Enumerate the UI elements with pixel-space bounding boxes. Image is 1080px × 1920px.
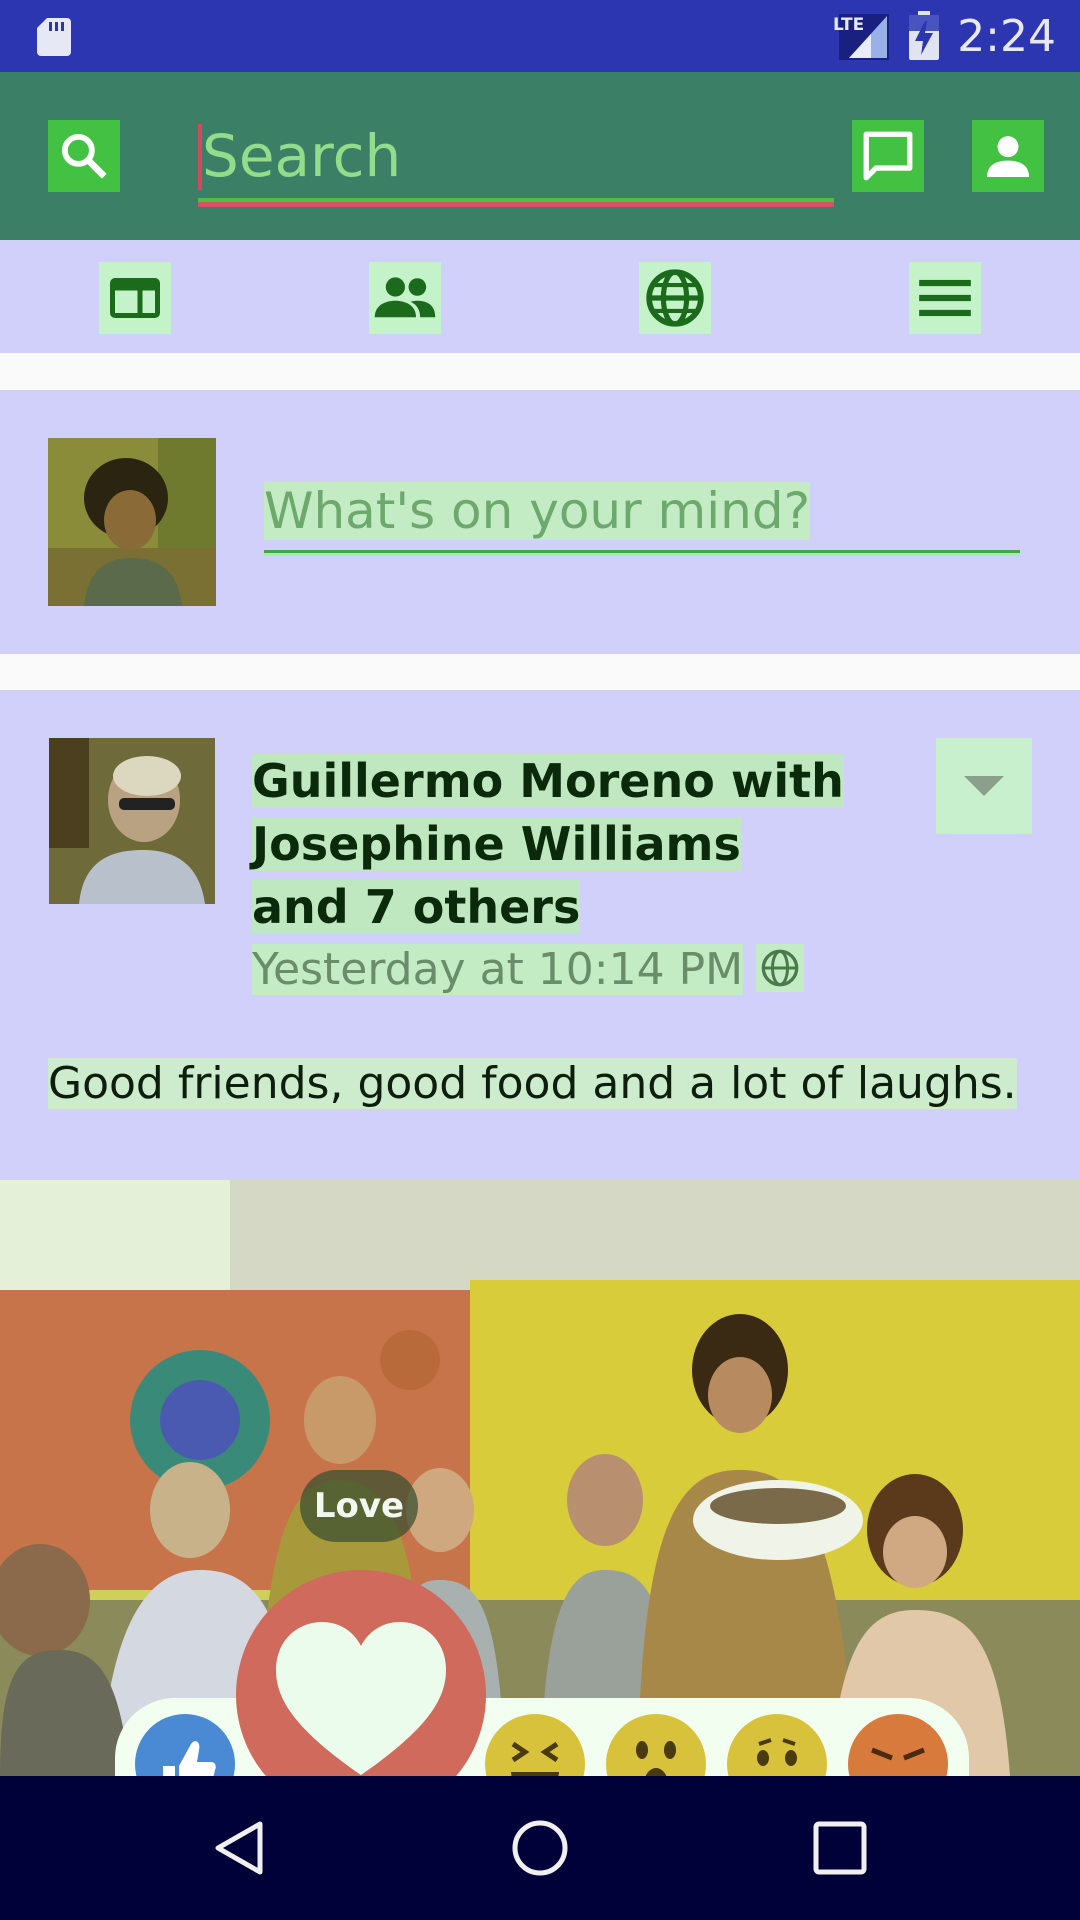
friends-icon: [374, 277, 436, 318]
sd-card-icon: [37, 18, 71, 56]
feed-post: Guillermo Moreno with Josephine Williams…: [0, 690, 1080, 1180]
post-photo[interactable]: [0, 1180, 1080, 1776]
globe-icon: [646, 269, 704, 327]
tab-notifications[interactable]: [639, 262, 711, 334]
author-line-3: and 7 others: [252, 880, 581, 934]
post-author[interactable]: Guillermo Moreno with Josephine Williams…: [252, 750, 852, 939]
status-input[interactable]: What's on your mind?: [264, 482, 1020, 558]
avatar[interactable]: [48, 438, 216, 606]
search-focus-underline: [198, 202, 834, 207]
post-timestamp: Yesterday at 10:14 PM: [252, 944, 744, 995]
status-composer: What's on your mind?: [0, 390, 1080, 654]
post-body: Good friends, good food and a lot of lau…: [48, 1058, 1017, 1109]
back-button[interactable]: [190, 1798, 290, 1898]
author-line-1: Guillermo Moreno with: [252, 754, 844, 808]
home-button[interactable]: [490, 1798, 590, 1898]
timestamp-text: Yesterday at 10:14 PM: [252, 944, 744, 995]
profile-button[interactable]: [972, 120, 1044, 192]
reaction-tooltip: Love: [300, 1470, 418, 1542]
search-icon: [61, 133, 107, 179]
globe-icon: [761, 949, 799, 987]
tab-news-feed[interactable]: [99, 262, 171, 334]
menu-icon: [919, 279, 971, 317]
text-cursor: [198, 124, 202, 190]
search-field[interactable]: [198, 118, 834, 207]
back-icon: [215, 1821, 263, 1875]
recents-icon: [813, 1821, 867, 1875]
search-button[interactable]: [48, 120, 120, 192]
recents-button[interactable]: [790, 1798, 890, 1898]
tab-bar: [0, 240, 1080, 353]
chevron-down-icon: [964, 776, 1004, 796]
svg-text:LTE: LTE: [833, 15, 864, 35]
messenger-button[interactable]: [852, 120, 924, 192]
post-options-button[interactable]: [936, 738, 1032, 834]
status-bar: LTE 2:24: [0, 0, 1080, 72]
tab-menu[interactable]: [909, 262, 981, 334]
person-icon: [987, 136, 1029, 177]
privacy-globe: [756, 944, 804, 992]
top-toolbar: [0, 72, 1080, 240]
author-line-2: Josephine Williams: [252, 817, 741, 871]
post-text: Good friends, good food and a lot of lau…: [48, 1058, 1017, 1109]
post-author-avatar[interactable]: [49, 738, 215, 904]
reaction-tooltip-text: Love: [313, 1486, 405, 1526]
tab-friends[interactable]: [369, 262, 441, 334]
search-input[interactable]: [198, 118, 834, 194]
lte-signal-icon: LTE: [833, 14, 890, 60]
home-icon: [512, 1820, 568, 1876]
news-feed-icon: [110, 278, 160, 318]
status-clock: 2:24: [957, 10, 1056, 62]
status-placeholder: What's on your mind?: [264, 482, 811, 540]
messenger-icon: [863, 131, 913, 181]
battery-charging-icon: [909, 11, 940, 60]
status-underline: [264, 550, 1020, 556]
system-nav-bar: [0, 1776, 1080, 1920]
